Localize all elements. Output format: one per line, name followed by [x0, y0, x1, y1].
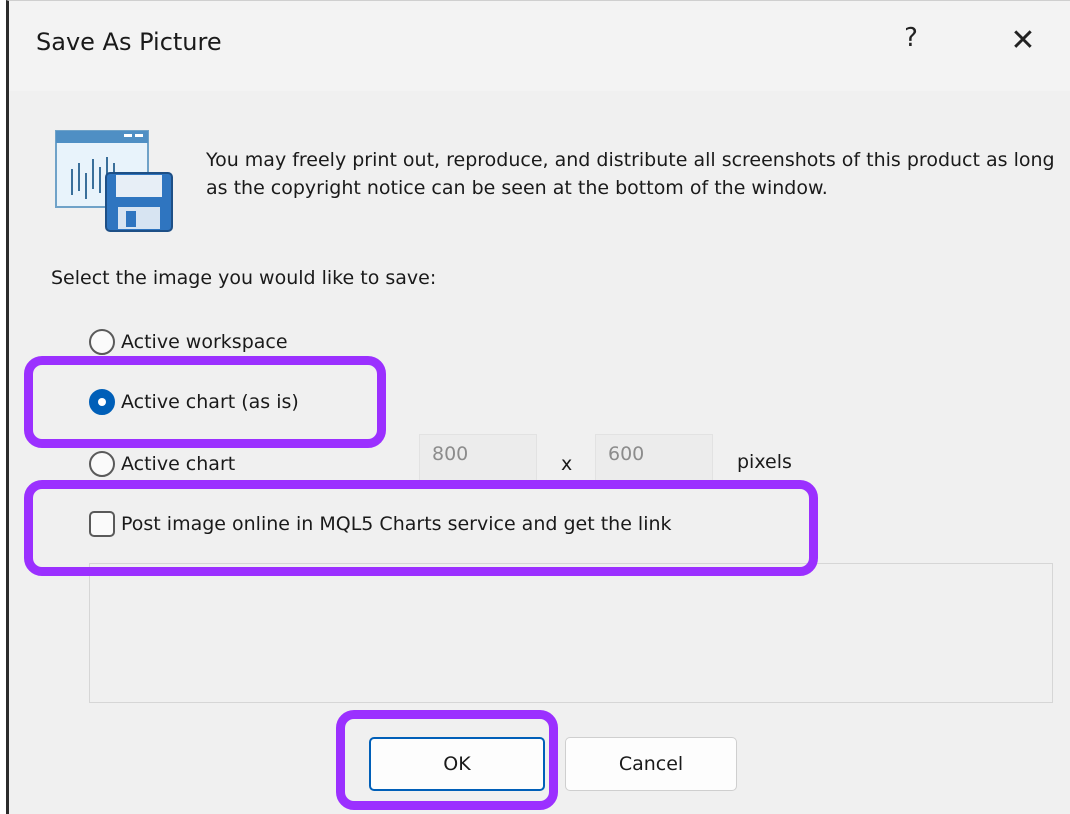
radio-label: Active workspace	[121, 331, 288, 353]
width-input[interactable]: 800	[419, 434, 537, 484]
title-bar: Save As Picture ? ✕	[9, 1, 1070, 91]
radio-active-workspace[interactable]: Active workspace	[89, 327, 288, 357]
radio-active-chart-as-is[interactable]: Active chart (as is)	[89, 387, 299, 417]
radio-circle[interactable]	[89, 329, 115, 355]
radio-active-chart-sized[interactable]: Active chart	[89, 449, 235, 479]
save-as-picture-dialog: Save As Picture ? ✕ You may freely print…	[6, 0, 1070, 814]
ok-button[interactable]: OK	[369, 737, 545, 791]
close-button[interactable]: ✕	[1003, 23, 1043, 63]
radio-label: Active chart (as is)	[121, 391, 299, 413]
copyright-notice: You may freely print out, reproduce, and…	[206, 149, 1055, 199]
post-online-checkbox[interactable]	[89, 511, 115, 537]
radio-circle[interactable]	[89, 451, 115, 477]
radio-circle-checked[interactable]	[89, 389, 115, 415]
link-output-box[interactable]	[89, 563, 1053, 703]
post-online-checkbox-row[interactable]: Post image online in MQL5 Charts service…	[89, 509, 672, 539]
post-online-label: Post image online in MQL5 Charts service…	[121, 513, 672, 535]
dialog-title: Save As Picture	[36, 28, 222, 56]
select-image-label: Select the image you would like to save:	[51, 267, 437, 289]
radio-label: Active chart	[121, 453, 236, 475]
cancel-button[interactable]: Cancel	[565, 737, 737, 791]
help-button[interactable]: ?	[895, 23, 927, 63]
pixels-label: pixels	[737, 451, 792, 473]
chart-save-icon	[55, 130, 173, 232]
height-input[interactable]: 600	[595, 434, 713, 484]
size-separator: x	[561, 453, 573, 475]
